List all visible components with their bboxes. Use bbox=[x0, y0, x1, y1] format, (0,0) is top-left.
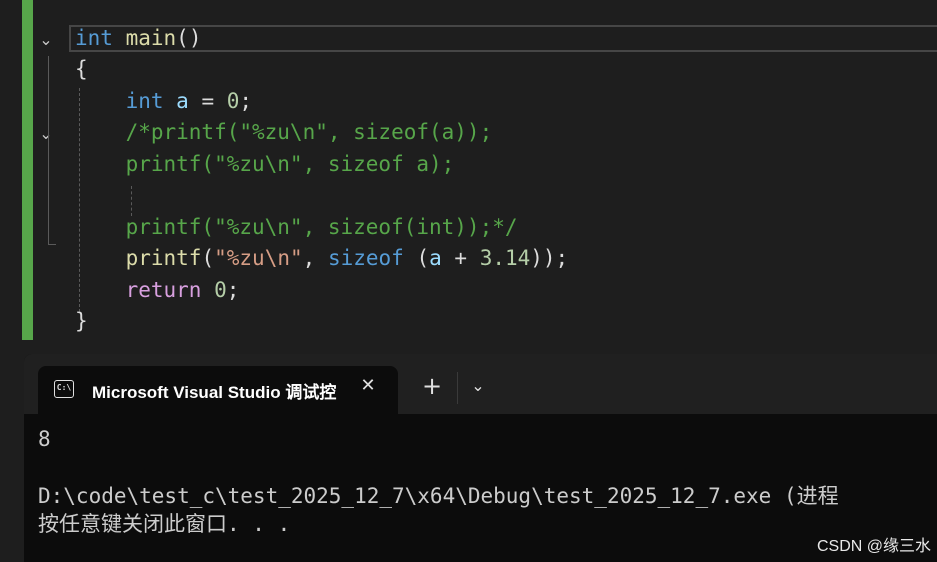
output-line: D:\code\test_c\test_2025_12_7\x64\Debug\… bbox=[38, 484, 839, 508]
code-line: printf("%zu\n", sizeof a); bbox=[75, 149, 455, 180]
code-token: 3.14 bbox=[479, 246, 531, 270]
code-token: return bbox=[125, 278, 202, 302]
code-line: int main() bbox=[75, 23, 201, 54]
code-token: /*printf("%zu\n", sizeof(a)); bbox=[75, 120, 493, 144]
output-line: 按任意键关闭此窗口. . . bbox=[38, 512, 291, 536]
code-line: return 0; bbox=[75, 275, 240, 306]
code-token: } bbox=[75, 309, 88, 333]
watermark: CSDN @缘三水 bbox=[816, 538, 931, 555]
tab-divider bbox=[457, 372, 458, 404]
code-token: sizeof bbox=[327, 246, 404, 270]
terminal-window[interactable]: C:\ Microsoft Visual Studio 调试控 ✕ + ⌄ 8 … bbox=[24, 354, 937, 562]
tab-title: Microsoft Visual Studio 调试控 bbox=[92, 383, 337, 402]
change-tracking-bar bbox=[22, 0, 33, 340]
fold-guide-end bbox=[48, 244, 56, 245]
code-line: { bbox=[75, 54, 88, 85]
close-icon[interactable]: ✕ bbox=[356, 374, 380, 398]
code-token: 0 bbox=[226, 89, 240, 113]
fold-guide bbox=[48, 56, 49, 244]
code-token: ( bbox=[201, 246, 215, 270]
code-token: a bbox=[429, 246, 442, 270]
code-token: ; bbox=[226, 278, 240, 302]
code-token: a bbox=[176, 89, 189, 113]
code-token: " bbox=[214, 246, 227, 270]
terminal-tab[interactable]: C:\ Microsoft Visual Studio 调试控 ✕ bbox=[38, 366, 398, 414]
code-token: int bbox=[125, 89, 164, 113]
code-token: %zu bbox=[226, 246, 265, 270]
code-editor[interactable]: ⌄ ⌄ int main() { int a = 0; /*printf("%zu… bbox=[0, 0, 937, 340]
code-token: ( bbox=[403, 246, 430, 270]
code-token: \n bbox=[264, 246, 290, 270]
terminal-icon: C:\ bbox=[54, 380, 74, 398]
code-token: printf("%zu\n", sizeof(int));*/ bbox=[75, 215, 518, 239]
code-token: 0 bbox=[214, 278, 227, 302]
code-token: ; bbox=[239, 89, 253, 113]
code-token: main bbox=[125, 26, 177, 50]
code-token: = bbox=[188, 89, 227, 113]
output-line: 8 bbox=[38, 427, 51, 451]
code-token: () bbox=[176, 26, 202, 50]
chevron-down-icon[interactable]: ⌄ bbox=[466, 374, 490, 398]
new-tab-button[interactable]: + bbox=[420, 374, 444, 398]
code-token: { bbox=[75, 57, 88, 81]
code-line: /*printf("%zu\n", sizeof(a)); bbox=[75, 117, 493, 148]
code-token: int bbox=[75, 26, 113, 50]
chevron-down-icon[interactable]: ⌄ bbox=[36, 30, 56, 50]
code-token: " bbox=[289, 246, 303, 270]
code-token: , bbox=[302, 246, 328, 270]
code-token: )); bbox=[530, 246, 569, 270]
chevron-down-icon[interactable]: ⌄ bbox=[36, 124, 56, 144]
terminal-tab-bar: C:\ Microsoft Visual Studio 调试控 ✕ + ⌄ bbox=[24, 354, 937, 414]
code-token: + bbox=[441, 246, 480, 270]
code-token: printf("%zu\n", sizeof a); bbox=[75, 152, 455, 176]
code-token: printf bbox=[125, 246, 202, 270]
code-line: printf("%zu\n", sizeof (a + 3.14)); bbox=[75, 243, 569, 274]
code-line: } bbox=[75, 306, 88, 337]
code-line: printf("%zu\n", sizeof(int));*/ bbox=[75, 212, 518, 243]
code-line: int a = 0; bbox=[75, 86, 253, 117]
